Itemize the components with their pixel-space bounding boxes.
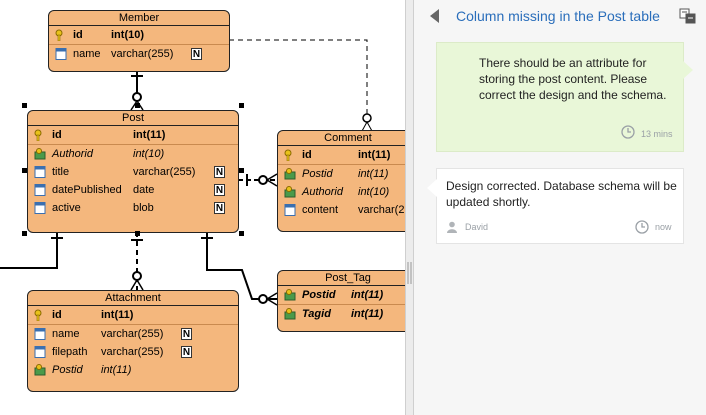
user-icon — [447, 221, 457, 233]
column-row[interactable]: Authorid int(10) — [28, 145, 238, 163]
nullable-badge: N — [214, 166, 225, 178]
message-bubble-reply[interactable]: Design corrected. Database schema will b… — [427, 168, 684, 244]
entity-title: Attachment — [28, 291, 238, 306]
column-row[interactable]: name varchar(255) N — [28, 325, 238, 343]
column-icon — [55, 48, 67, 60]
message-bubble-own[interactable]: There should be an attribute for storing… — [436, 42, 693, 152]
column-row[interactable]: title varchar(255) N — [28, 163, 238, 181]
panel-header: Column missing in the Post table — [414, 0, 706, 32]
column-row[interactable]: Authorid int(10) — [278, 183, 405, 201]
back-arrow-icon[interactable] — [428, 8, 442, 24]
bubble-tail — [427, 179, 437, 197]
foreign-key-icon — [34, 148, 46, 160]
column-row[interactable]: filepath varchar(255) N — [28, 343, 238, 361]
entity-title: Comment — [278, 131, 405, 146]
column-row[interactable]: id int(11) — [28, 126, 238, 145]
column-icon — [34, 166, 46, 178]
nullable-badge: N — [181, 328, 192, 340]
selection-handle[interactable] — [239, 103, 244, 108]
column-icon — [34, 184, 46, 196]
selection-handle[interactable] — [239, 168, 244, 173]
column-icon — [284, 204, 296, 216]
primary-key-icon — [55, 29, 63, 41]
selection-handle[interactable] — [239, 231, 244, 236]
message-time: 13 mins — [641, 129, 673, 139]
translate-icon[interactable] — [679, 8, 697, 24]
column-icon — [34, 328, 46, 340]
primary-key-icon — [34, 129, 42, 141]
entity-title: Post — [28, 111, 238, 126]
message-text: There should be an attribute for storing… — [479, 56, 667, 102]
foreign-key-icon — [284, 168, 296, 180]
bubble-tail — [683, 61, 693, 79]
selection-handle[interactable] — [22, 231, 27, 236]
nullable-badge: N — [214, 202, 225, 214]
clock-icon — [635, 220, 649, 234]
column-row[interactable]: content varchar(2 — [278, 201, 405, 219]
column-row[interactable]: Postid int(11) — [278, 165, 405, 183]
selection-handle[interactable] — [22, 168, 27, 173]
column-row[interactable]: active blob N — [28, 199, 238, 217]
primary-key-icon — [284, 149, 292, 161]
message-author[interactable]: David — [465, 222, 488, 232]
selection-handle[interactable] — [22, 103, 27, 108]
diagram-canvas[interactable]: Member id int(10) name varchar(255) N Po… — [0, 0, 405, 415]
column-row[interactable]: id int(11) — [278, 146, 405, 165]
primary-foreign-key-icon — [284, 308, 296, 320]
post-tag-entity[interactable]: Post_Tag Postid int(11) Tagid int(11) — [277, 270, 405, 332]
foreign-key-icon — [34, 364, 46, 376]
attachment-entity[interactable]: Attachment id int(11) name varchar(255) … — [27, 290, 239, 392]
primary-key-icon — [34, 309, 42, 321]
entity-title: Member — [49, 11, 229, 26]
primary-foreign-key-icon — [284, 289, 296, 301]
post-entity[interactable]: Post id int(11) Authorid int(10) title v… — [27, 110, 239, 233]
column-row[interactable]: Postid int(11) — [28, 361, 238, 379]
column-row[interactable]: name varchar(255) N — [49, 45, 229, 63]
column-icon — [34, 346, 46, 358]
message-time: now — [655, 222, 672, 232]
selection-handle[interactable] — [135, 231, 140, 236]
column-row[interactable]: Postid int(11) — [278, 286, 405, 305]
nullable-badge: N — [181, 346, 192, 358]
column-row[interactable]: id int(10) — [49, 26, 229, 45]
message-text: Design corrected. Database schema will b… — [446, 179, 677, 209]
nullable-badge: N — [191, 48, 202, 60]
discussion-title[interactable]: Column missing in the Post table — [456, 8, 660, 24]
column-row[interactable]: Tagid int(11) — [278, 305, 405, 323]
selection-handle[interactable] — [135, 103, 140, 108]
grip-icon — [407, 262, 412, 284]
nullable-badge: N — [214, 184, 225, 196]
column-row[interactable]: datePublished date N — [28, 181, 238, 199]
comment-entity[interactable]: Comment id int(11) Postid int(11) Author… — [277, 130, 405, 232]
foreign-key-icon — [284, 186, 296, 198]
column-row[interactable]: id int(11) — [28, 306, 238, 325]
entity-title: Post_Tag — [278, 271, 405, 286]
column-icon — [34, 202, 46, 214]
discussion-panel: Column missing in the Post table There s… — [414, 0, 706, 415]
member-entity[interactable]: Member id int(10) name varchar(255) N — [48, 10, 230, 72]
panel-splitter[interactable] — [405, 0, 414, 415]
clock-icon — [621, 125, 635, 139]
